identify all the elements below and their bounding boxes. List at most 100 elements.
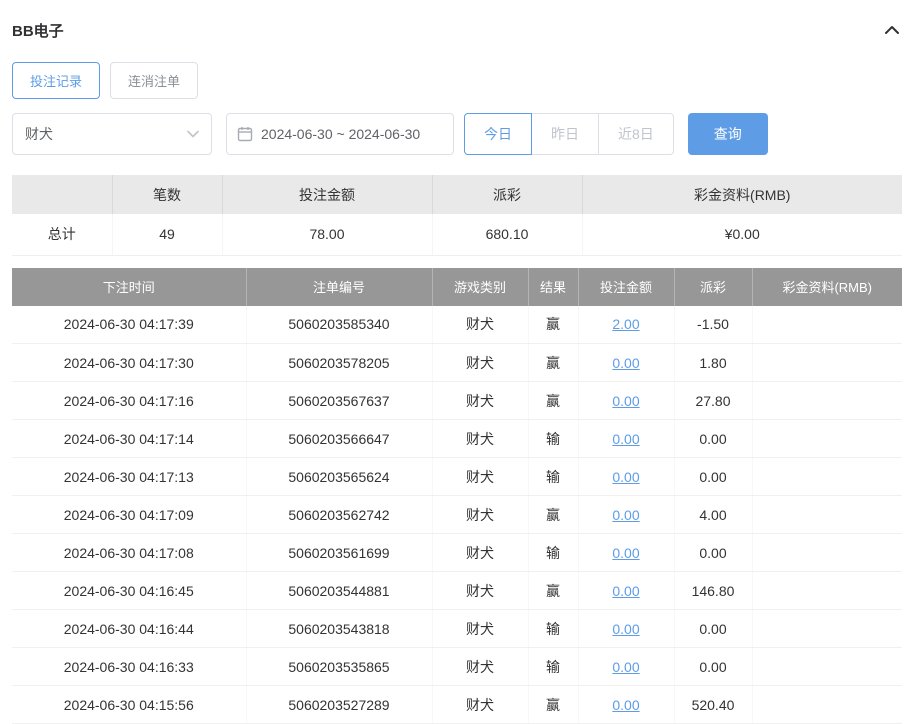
- cell-game: 财犬: [432, 344, 528, 382]
- summary-header-count: 笔数: [112, 175, 222, 214]
- cell-payout: 0.00: [674, 534, 752, 572]
- cell-bet: 0.00: [578, 420, 674, 458]
- cell-game: 财犬: [432, 686, 528, 724]
- cell-result: 输: [528, 610, 578, 648]
- header-payout: 派彩: [674, 268, 752, 306]
- bet-amount-link[interactable]: 0.00: [612, 583, 639, 599]
- cell-result: 输: [528, 648, 578, 686]
- cell-bet: 0.00: [578, 382, 674, 420]
- search-button[interactable]: 查询: [688, 113, 768, 155]
- last-8-days-button[interactable]: 近8日: [598, 113, 674, 155]
- cell-time: 2024-06-30 04:16:44: [12, 610, 246, 648]
- table-row: 2024-06-30 04:17:165060203567637财犬赢0.002…: [12, 382, 902, 420]
- tab-bet-records[interactable]: 投注记录: [12, 62, 100, 99]
- filter-row: 财犬 2024-06-30 ~ 2024-06-30 今日 昨日 近8日 查询: [12, 113, 902, 155]
- table-row: 2024-06-30 04:17:395060203585340财犬赢2.00-…: [12, 306, 902, 344]
- chevron-up-icon: [884, 25, 900, 35]
- header-order-id: 注单编号: [246, 268, 432, 306]
- cell-time: 2024-06-30 04:16:45: [12, 572, 246, 610]
- bet-records-panel: BB电子 投注记录 连消注单 财犬 2024-06-30 ~ 2024-06-3…: [0, 0, 914, 724]
- cell-payout: 0.00: [674, 420, 752, 458]
- cell-game: 财犬: [432, 458, 528, 496]
- cell-bonus: [752, 496, 902, 534]
- bet-amount-link[interactable]: 0.00: [612, 507, 639, 523]
- bet-amount-link[interactable]: 0.00: [612, 393, 639, 409]
- cell-time: 2024-06-30 04:17:39: [12, 306, 246, 344]
- summary-table: 笔数 投注金额 派彩 彩金资料(RMB) 总计 49 78.00 680.10 …: [12, 175, 902, 256]
- bet-amount-link[interactable]: 0.00: [612, 469, 639, 485]
- cell-time: 2024-06-30 04:15:56: [12, 686, 246, 724]
- bet-amount-link[interactable]: 0.00: [612, 355, 639, 371]
- tab-combo-orders[interactable]: 连消注单: [110, 62, 198, 99]
- today-button[interactable]: 今日: [464, 113, 532, 155]
- cell-time: 2024-06-30 04:17:13: [12, 458, 246, 496]
- cell-payout: 27.80: [674, 382, 752, 420]
- cell-result: 输: [528, 534, 578, 572]
- summary-total-payout: 680.10: [432, 214, 582, 255]
- cell-bonus: [752, 458, 902, 496]
- quick-date-buttons: 今日 昨日 近8日: [464, 113, 674, 155]
- header-result: 结果: [528, 268, 578, 306]
- yesterday-button[interactable]: 昨日: [531, 113, 599, 155]
- cell-bet: 0.00: [578, 572, 674, 610]
- cell-time: 2024-06-30 04:17:30: [12, 344, 246, 382]
- bet-amount-link[interactable]: 0.00: [612, 697, 639, 713]
- bet-amount-link[interactable]: 0.00: [612, 659, 639, 675]
- cell-bet: 0.00: [578, 344, 674, 382]
- date-range-input[interactable]: 2024-06-30 ~ 2024-06-30: [226, 113, 454, 155]
- cell-bonus: [752, 610, 902, 648]
- cell-order-id: 5060203535865: [246, 648, 432, 686]
- cell-game: 财犬: [432, 306, 528, 344]
- cell-bonus: [752, 534, 902, 572]
- cell-result: 赢: [528, 496, 578, 534]
- header-bet-time: 下注时间: [12, 268, 246, 306]
- table-row: 2024-06-30 04:15:565060203527289财犬赢0.005…: [12, 686, 902, 724]
- page-title: BB电子: [12, 20, 64, 41]
- bet-amount-link[interactable]: 0.00: [612, 621, 639, 637]
- cell-payout: 520.40: [674, 686, 752, 724]
- cell-result: 赢: [528, 306, 578, 344]
- summary-total-bet-amount: 78.00: [222, 214, 432, 255]
- bet-amount-link[interactable]: 0.00: [612, 431, 639, 447]
- cell-payout: 1.80: [674, 344, 752, 382]
- game-select[interactable]: 财犬: [12, 113, 212, 155]
- cell-payout: 4.00: [674, 496, 752, 534]
- cell-payout: 0.00: [674, 648, 752, 686]
- table-row: 2024-06-30 04:17:085060203561699财犬输0.000…: [12, 534, 902, 572]
- cell-bet: 0.00: [578, 534, 674, 572]
- cell-order-id: 5060203562742: [246, 496, 432, 534]
- header-bonus: 彩金资料(RMB): [752, 268, 902, 306]
- cell-order-id: 5060203566647: [246, 420, 432, 458]
- summary-header-payout: 派彩: [432, 175, 582, 214]
- cell-order-id: 5060203585340: [246, 306, 432, 344]
- cell-bonus: [752, 420, 902, 458]
- cell-time: 2024-06-30 04:17:08: [12, 534, 246, 572]
- cell-bonus: [752, 572, 902, 610]
- cell-time: 2024-06-30 04:16:33: [12, 648, 246, 686]
- cell-result: 赢: [528, 572, 578, 610]
- cell-bonus: [752, 648, 902, 686]
- record-type-tabs: 投注记录 连消注单: [12, 62, 902, 99]
- game-select-value: 财犬: [25, 124, 53, 144]
- cell-bet: 0.00: [578, 686, 674, 724]
- cell-bet: 0.00: [578, 648, 674, 686]
- table-row: 2024-06-30 04:16:445060203543818财犬输0.000…: [12, 610, 902, 648]
- cell-time: 2024-06-30 04:17:14: [12, 420, 246, 458]
- bet-amount-link[interactable]: 0.00: [612, 545, 639, 561]
- panel-header: BB电子: [12, 16, 902, 44]
- table-row: 2024-06-30 04:16:455060203544881财犬赢0.001…: [12, 572, 902, 610]
- cell-time: 2024-06-30 04:17:09: [12, 496, 246, 534]
- table-row: 2024-06-30 04:16:335060203535865财犬输0.000…: [12, 648, 902, 686]
- cell-order-id: 5060203544881: [246, 572, 432, 610]
- collapse-button[interactable]: [882, 23, 902, 37]
- summary-header-row: 笔数 投注金额 派彩 彩金资料(RMB): [12, 175, 902, 214]
- summary-header-blank: [12, 175, 112, 214]
- cell-result: 赢: [528, 382, 578, 420]
- summary-total-count: 49: [112, 214, 222, 255]
- bet-amount-link[interactable]: 2.00: [612, 316, 639, 332]
- cell-game: 财犬: [432, 420, 528, 458]
- cell-order-id: 5060203565624: [246, 458, 432, 496]
- summary-total-bonus: ¥0.00: [582, 214, 902, 255]
- chevron-down-icon: [187, 130, 199, 138]
- header-game-type: 游戏类别: [432, 268, 528, 306]
